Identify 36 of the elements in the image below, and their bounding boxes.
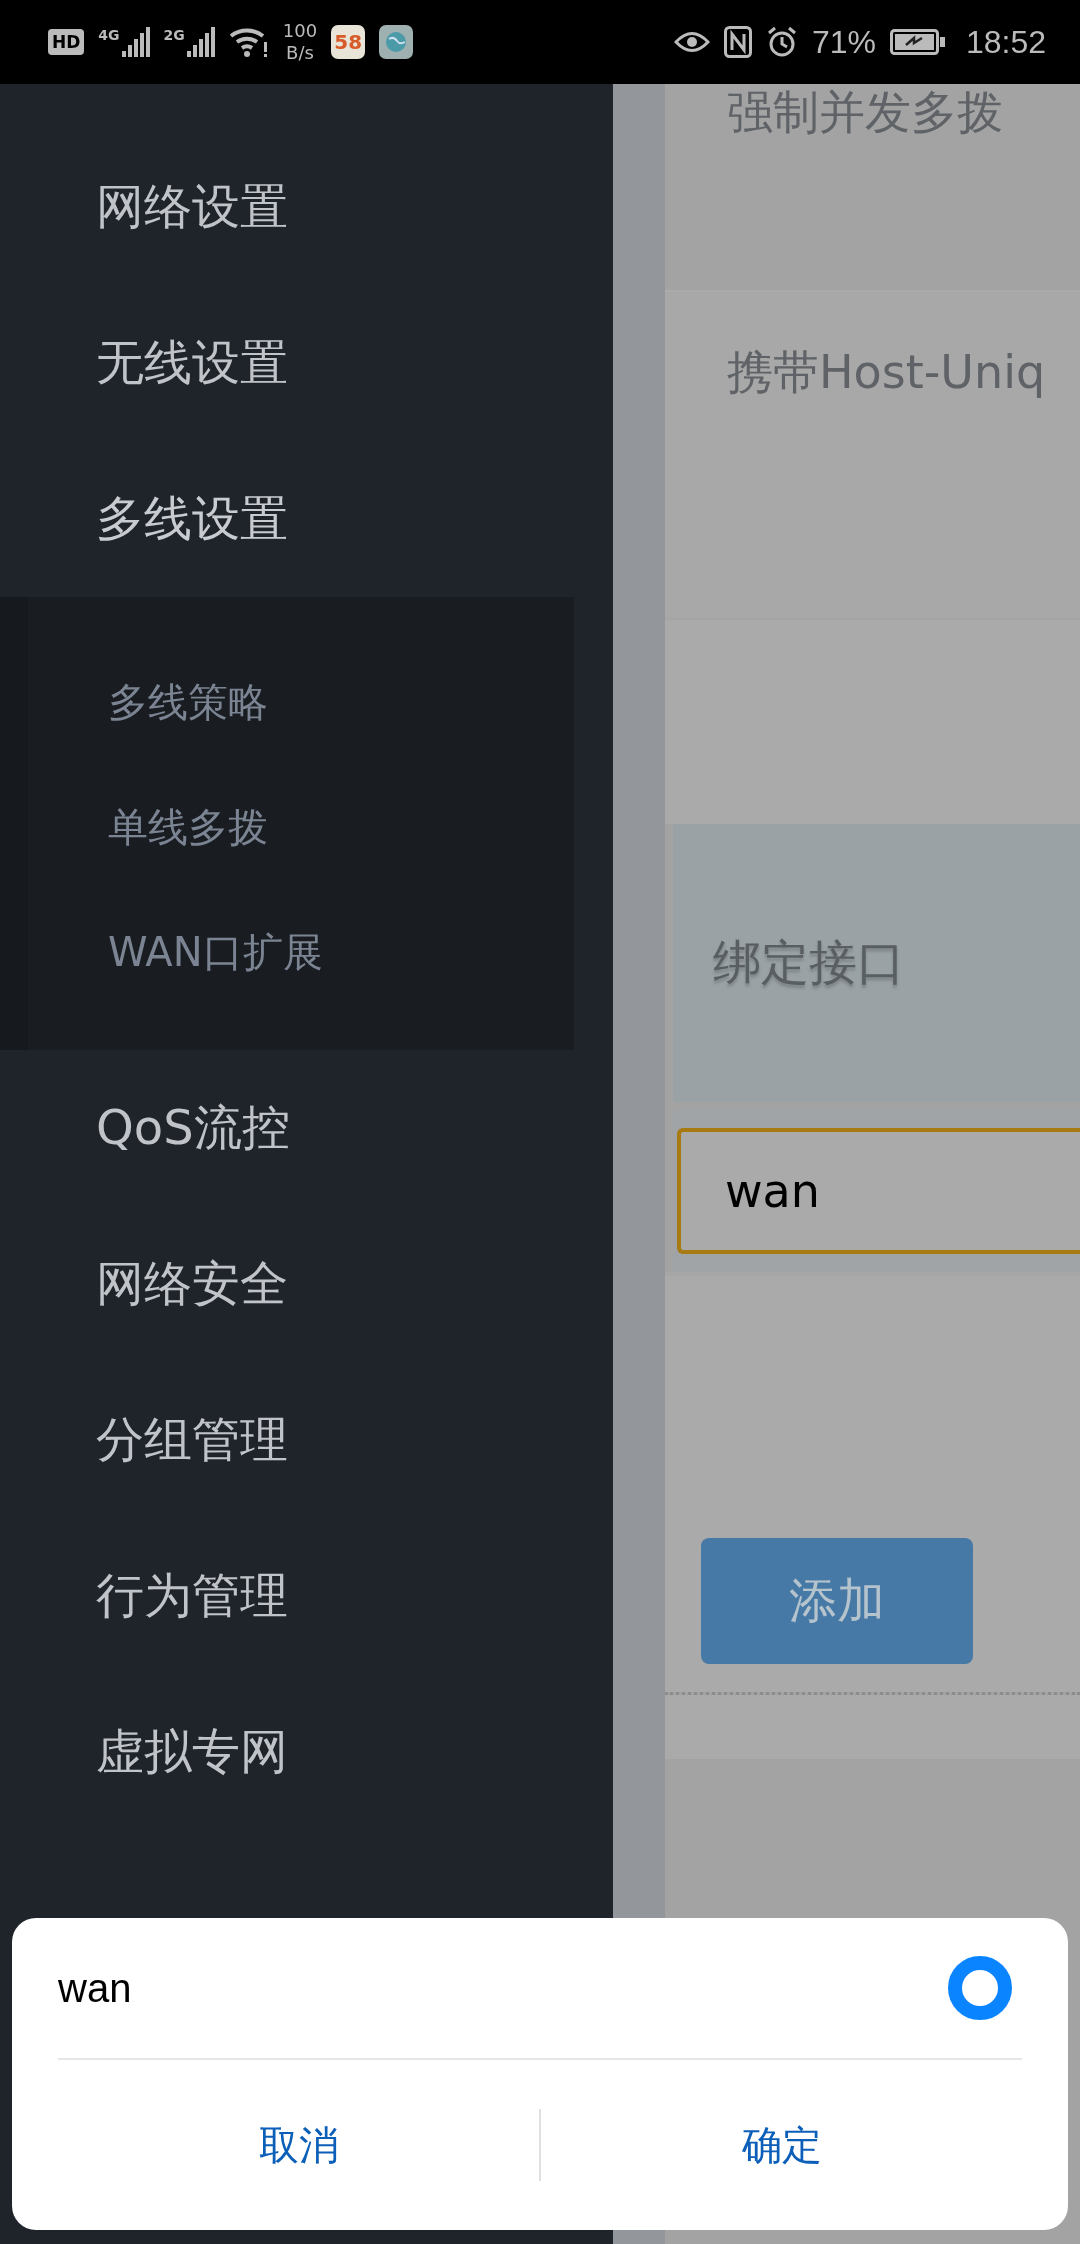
eye-icon [673, 29, 710, 55]
dialog-button[interactable]: 取消 [58, 2116, 539, 2174]
submenu-item[interactable]: 单线多拨 [28, 765, 574, 890]
clock-time: 18:52 [965, 23, 1046, 61]
menu-item[interactable]: QoS流控 [0, 1050, 613, 1206]
bind-label: 绑定接口 [713, 933, 905, 992]
dialog-option[interactable]: wan [58, 1918, 1022, 2060]
battery-icon [889, 29, 946, 55]
hd-badge: HD [48, 29, 85, 55]
menu-item[interactable]: 无线设置 [0, 285, 613, 441]
radio-button[interactable] [948, 1956, 1012, 2020]
signal-icon [121, 27, 150, 57]
submenu-item[interactable]: WAN口扩展 [28, 890, 574, 1015]
submenu-item[interactable]: 多线策略 [28, 640, 574, 765]
speed-unit: B/s [286, 42, 314, 64]
menu-item[interactable]: 网络安全 [0, 1206, 613, 1362]
globe-app-icon [379, 25, 414, 59]
app-badge: 58 [331, 25, 366, 59]
option-label: wan [58, 1965, 132, 2011]
menu-item[interactable]: 虚拟专网 [0, 1674, 613, 1830]
wifi-icon [228, 26, 269, 58]
nfc-icon [723, 26, 752, 58]
menu-item[interactable]: 分组管理 [0, 1362, 613, 1518]
setting-label: 强制并发多拨 [727, 84, 1003, 141]
menu-item[interactable]: 网络设置 [0, 129, 613, 285]
network-type: 2G [163, 27, 185, 43]
dialog-button[interactable]: 确定 [541, 2116, 1022, 2174]
menu-item[interactable]: 多线设置 [0, 441, 613, 597]
setting-label: 携带Host-Uniq [727, 344, 1046, 401]
alarm-icon [765, 26, 798, 58]
signal-icon [186, 27, 215, 57]
battery-percent: 71% [811, 23, 876, 61]
menu-item[interactable]: 行为管理 [0, 1518, 613, 1674]
speed-value: 100 [282, 20, 318, 42]
interface-select[interactable]: wan [677, 1128, 1080, 1254]
network-type: 4G [98, 27, 120, 43]
